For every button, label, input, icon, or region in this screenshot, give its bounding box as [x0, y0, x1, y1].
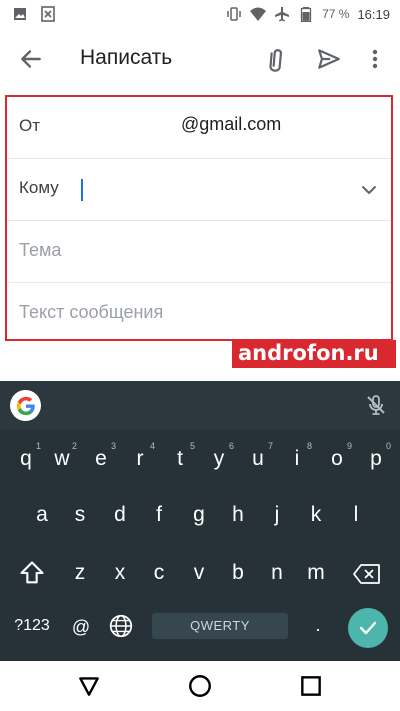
- key-period[interactable]: .: [305, 615, 331, 636]
- key-i[interactable]: 8i: [280, 441, 314, 471]
- shift-icon[interactable]: [18, 559, 46, 587]
- from-value: @gmail.com: [181, 114, 282, 134]
- google-logo-icon[interactable]: [10, 390, 41, 421]
- key-e[interactable]: 3e: [84, 441, 118, 471]
- send-icon[interactable]: [316, 46, 342, 72]
- key-u[interactable]: 7u: [241, 441, 275, 471]
- airplane-icon: [274, 6, 290, 22]
- body-field[interactable]: Текст сообщения: [7, 283, 391, 345]
- backspace-icon[interactable]: [352, 561, 382, 587]
- key-at[interactable]: @: [66, 617, 96, 638]
- home-circle-icon[interactable]: [187, 673, 213, 699]
- key-n[interactable]: n: [260, 561, 294, 585]
- app-bar: Написать: [0, 30, 400, 88]
- watermark: androfon.ru: [232, 340, 396, 368]
- key-v[interactable]: v: [182, 561, 216, 585]
- text-cursor: [81, 179, 83, 201]
- key-d[interactable]: d: [103, 503, 137, 527]
- wifi-icon: [250, 6, 267, 22]
- clock-time: 16:19: [357, 6, 390, 22]
- globe-icon[interactable]: [108, 613, 134, 639]
- symbols-key[interactable]: ?123: [8, 617, 56, 635]
- key-r[interactable]: 4r: [123, 441, 157, 471]
- key-q[interactable]: 1q: [9, 441, 43, 471]
- vibrate-icon: [226, 6, 242, 22]
- key-w[interactable]: 2w: [45, 441, 79, 471]
- keyboard-toolbar: [0, 381, 400, 430]
- key-h[interactable]: h: [221, 503, 255, 527]
- key-j[interactable]: j: [260, 503, 294, 527]
- from-row[interactable]: От @gmail.com: [7, 97, 391, 159]
- from-label: От: [19, 116, 41, 135]
- key-s[interactable]: s: [63, 503, 97, 527]
- close-box-icon: [40, 6, 56, 22]
- key-m[interactable]: m: [299, 561, 333, 585]
- key-o[interactable]: 9o: [320, 441, 354, 471]
- to-field[interactable]: Кому: [7, 159, 391, 221]
- compose-form: От @gmail.com Кому Тема Текст сообщения: [5, 95, 393, 341]
- body-placeholder: Текст сообщения: [19, 302, 164, 322]
- key-z[interactable]: z: [63, 561, 97, 585]
- status-bar: 77 % 16:19: [0, 0, 400, 30]
- battery-icon: [298, 6, 314, 22]
- watermark-text: androfon.ru: [238, 341, 379, 365]
- key-l[interactable]: l: [339, 503, 373, 527]
- attachment-icon[interactable]: [262, 46, 288, 72]
- key-k[interactable]: k: [299, 503, 333, 527]
- key-a[interactable]: a: [25, 503, 59, 527]
- subject-field[interactable]: Тема: [7, 221, 391, 283]
- chevron-down-icon[interactable]: [359, 180, 379, 200]
- keyboard: 1q 2w 3e 4r 5t 6y 7u 8i 9o 0p a s d f g …: [0, 381, 400, 661]
- page-title: Написать: [80, 46, 173, 69]
- navigation-bar: [0, 661, 400, 711]
- check-icon: [359, 621, 377, 635]
- key-f[interactable]: f: [142, 503, 176, 527]
- key-c[interactable]: c: [142, 561, 176, 585]
- enter-button[interactable]: [348, 608, 388, 648]
- key-t[interactable]: 5t: [163, 441, 197, 471]
- key-p[interactable]: 0p: [359, 441, 393, 471]
- battery-percent: 77 %: [322, 7, 350, 21]
- subject-placeholder: Тема: [19, 240, 62, 260]
- to-label: Кому: [19, 178, 59, 197]
- recents-square-icon[interactable]: [298, 673, 324, 699]
- key-y[interactable]: 6y: [202, 441, 236, 471]
- more-vert-icon[interactable]: [364, 46, 386, 72]
- back-triangle-icon[interactable]: [76, 673, 102, 699]
- space-key[interactable]: QWERTY: [152, 613, 288, 639]
- key-g[interactable]: g: [182, 503, 216, 527]
- back-arrow-icon[interactable]: [18, 46, 44, 72]
- mic-off-icon[interactable]: [364, 393, 388, 417]
- key-b[interactable]: b: [221, 561, 255, 585]
- image-icon: [12, 6, 28, 22]
- key-x[interactable]: x: [103, 561, 137, 585]
